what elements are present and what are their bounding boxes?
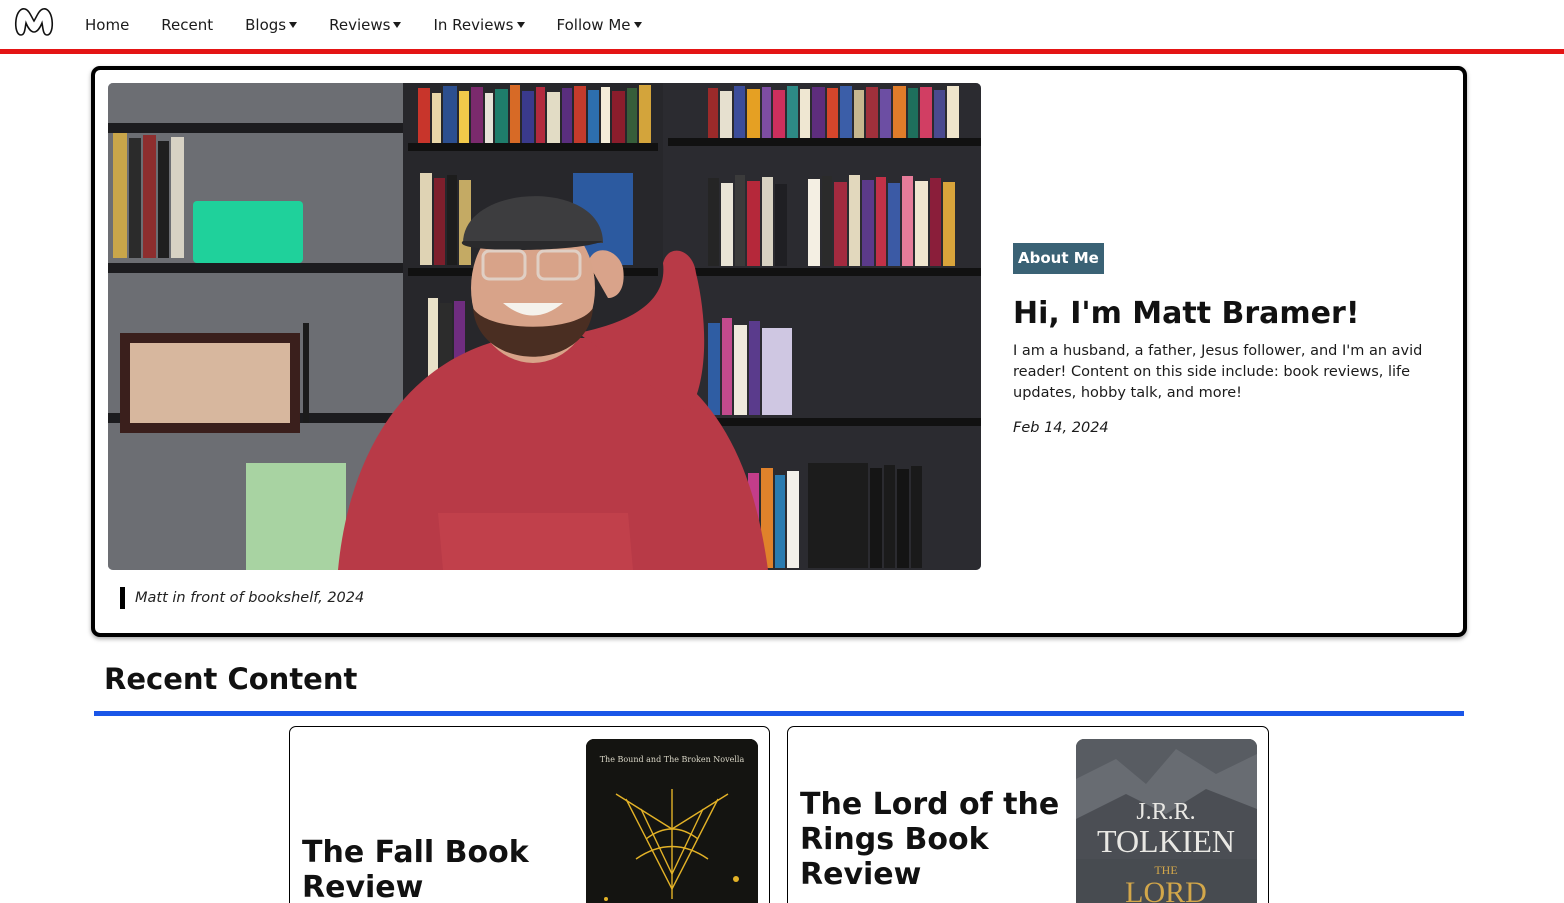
cover-text: The Bound and The Broken Novella bbox=[600, 755, 745, 764]
caret-down-icon bbox=[633, 22, 642, 28]
cover-text: THE bbox=[1154, 863, 1177, 877]
nav-item-label: Recent bbox=[161, 15, 214, 34]
nav-item-label: Reviews bbox=[329, 15, 391, 34]
nav-menu: Home Recent Blogs Reviews In Reviews Fol… bbox=[69, 0, 658, 49]
about-me-badge: About Me bbox=[1013, 243, 1104, 274]
card-title: The Lord of the Rings Book Review bbox=[800, 787, 1060, 892]
nav-item-in-reviews[interactable]: In Reviews bbox=[417, 16, 540, 34]
caret-down-icon bbox=[393, 22, 402, 28]
nav-item-label: Home bbox=[85, 15, 130, 34]
nav-item-label: Follow Me bbox=[556, 15, 631, 34]
about-me-hero-card: Matt in front of bookshelf, 2024 About M… bbox=[91, 66, 1467, 637]
recent-content-rule bbox=[94, 711, 1464, 716]
content-card-fall-review[interactable]: The Fall Book Review The Bound and The B… bbox=[289, 726, 770, 903]
cover-text: J.R.R. bbox=[1136, 799, 1195, 825]
top-navbar: Home Recent Blogs Reviews In Reviews Fol… bbox=[0, 0, 1564, 49]
hero-date: Feb 14, 2024 bbox=[1013, 420, 1109, 436]
hero-photo bbox=[108, 83, 981, 570]
m-logo-icon[interactable] bbox=[14, 6, 54, 38]
card-title: The Fall Book Review bbox=[302, 835, 529, 903]
content-card-lotr-review[interactable]: The Lord of the Rings Book Review J.R.R.… bbox=[787, 726, 1269, 903]
nav-item-home[interactable]: Home bbox=[69, 16, 145, 34]
caret-down-icon bbox=[516, 22, 525, 28]
book-cover-image: J.R.R. TOLKIEN THE LORD bbox=[1076, 739, 1257, 903]
book-cover-image: The Bound and The Broken Novella bbox=[586, 739, 758, 903]
recent-content-heading: Recent Content bbox=[104, 662, 358, 696]
cover-text: TOLKIEN bbox=[1097, 823, 1235, 859]
photo-caption: Matt in front of bookshelf, 2024 bbox=[120, 587, 364, 609]
bookshelf-portrait-image bbox=[108, 83, 981, 570]
caret-down-icon bbox=[289, 22, 298, 28]
nav-item-label: Blogs bbox=[245, 15, 287, 34]
nav-accent-rule bbox=[0, 49, 1564, 54]
hero-title: Hi, I'm Matt Bramer! bbox=[1013, 296, 1360, 331]
nav-item-follow-me[interactable]: Follow Me bbox=[541, 16, 658, 34]
nav-item-label: In Reviews bbox=[433, 15, 514, 34]
nav-item-recent[interactable]: Recent bbox=[145, 16, 229, 34]
hero-description: I am a husband, a father, Jesus follower… bbox=[1013, 343, 1423, 401]
cover-text: LORD bbox=[1125, 876, 1207, 903]
nav-item-blogs[interactable]: Blogs bbox=[229, 16, 313, 34]
nav-item-reviews[interactable]: Reviews bbox=[313, 16, 417, 34]
